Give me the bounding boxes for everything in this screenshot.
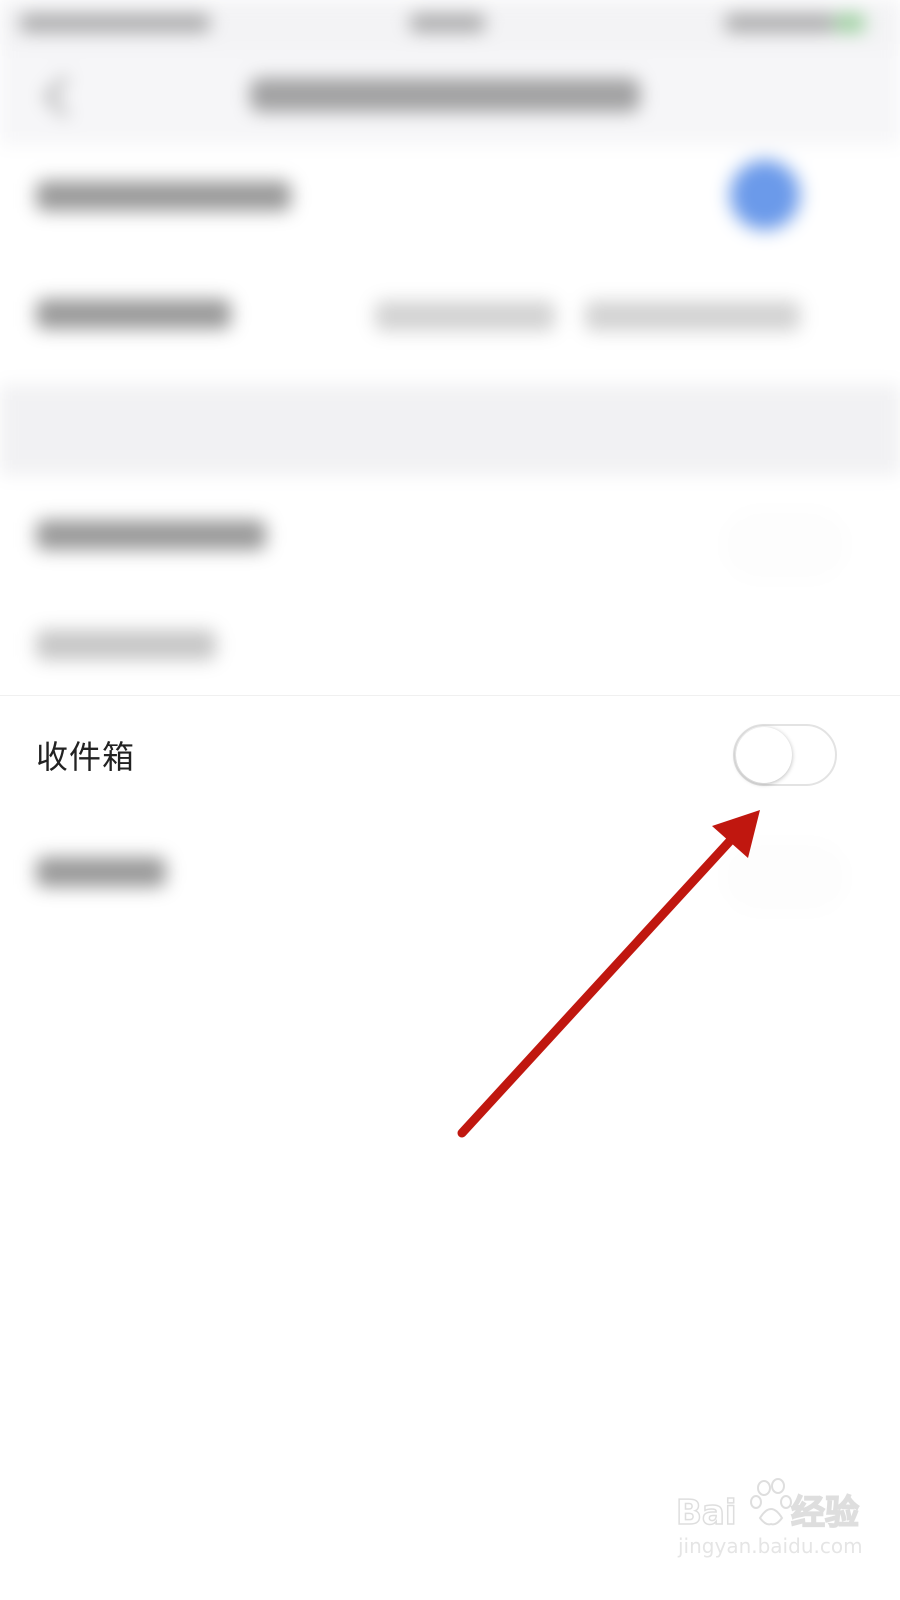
settings-row-inbox: 收件箱 bbox=[0, 695, 900, 816]
svg-text:jingyan.baidu.com: jingyan.baidu.com bbox=[677, 1534, 863, 1558]
section-divider bbox=[0, 385, 900, 475]
inbox-toggle[interactable] bbox=[733, 724, 837, 786]
svg-text:经验: 经验 bbox=[791, 1493, 859, 1533]
blue-indicator-icon bbox=[730, 160, 800, 230]
nav-bar bbox=[0, 50, 900, 145]
svg-text:Bai: Bai bbox=[676, 1493, 737, 1533]
inbox-label: 收件箱 bbox=[36, 738, 136, 776]
status-bar bbox=[0, 0, 900, 50]
back-arrow-icon[interactable] bbox=[43, 75, 86, 118]
blurred-background bbox=[0, 0, 900, 1040]
baidu-watermark-logo: Bai 经验 jingyan.baidu.com bbox=[676, 1478, 863, 1558]
page-title-blurred bbox=[250, 78, 640, 112]
toggle-knob bbox=[736, 727, 792, 783]
screen: 收件箱 Bai 经验 jingyan.baidu.com bbox=[0, 0, 900, 1600]
